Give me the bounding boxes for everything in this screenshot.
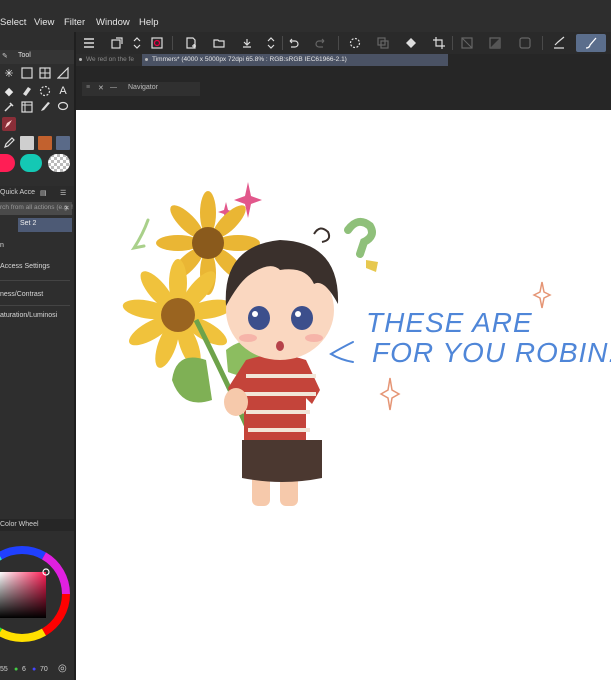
menu-help[interactable]: Help bbox=[139, 17, 159, 28]
menu-window[interactable]: Window bbox=[96, 17, 130, 28]
document-tabs: We red on the fe Timmers* (4000 x 5000px… bbox=[76, 54, 611, 66]
quick-access-item-hue[interactable]: aturation/Luminosi bbox=[0, 312, 57, 319]
lasso-icon[interactable] bbox=[38, 84, 52, 98]
navigator-title: Navigator bbox=[128, 84, 158, 91]
clear-icon[interactable]: ✕ bbox=[64, 204, 69, 212]
loading-icon[interactable] bbox=[346, 34, 364, 52]
lasso-select-icon[interactable] bbox=[56, 100, 70, 114]
sub-tool-icon-2[interactable] bbox=[38, 136, 52, 150]
crop-icon[interactable] bbox=[430, 34, 448, 52]
quick-access-tab-bar: Quick Acce ▤ ☰ bbox=[0, 186, 74, 200]
square-icon[interactable] bbox=[516, 34, 534, 52]
eyedropper-icon[interactable] bbox=[2, 100, 16, 114]
grid-icon[interactable] bbox=[38, 66, 52, 80]
main-color-swatch[interactable] bbox=[0, 154, 15, 172]
navigator-panel-header[interactable]: ≡ ✕ — Navigator bbox=[82, 82, 200, 96]
pen-icon: ✎ bbox=[2, 53, 8, 60]
left-tool-panel: ✎ Tool ✳ ◆ A Quick Acce ▤ ☰ rch from all… bbox=[0, 32, 76, 680]
artwork-text-line2: FOR YOU ROBIN! bbox=[372, 337, 611, 368]
quick-access-item-settings[interactable]: Access Settings bbox=[0, 263, 50, 270]
frame-icon[interactable] bbox=[20, 100, 34, 114]
ruler-icon[interactable] bbox=[56, 66, 70, 80]
color-value-v: 70 bbox=[40, 666, 48, 673]
sub-tool-icon-1[interactable] bbox=[20, 136, 34, 150]
magic-wand-icon[interactable]: ✳ bbox=[2, 66, 16, 80]
transform-icon[interactable] bbox=[458, 34, 476, 52]
color-wheel-title: Color Wheel bbox=[0, 521, 39, 528]
sunflower-bottom bbox=[122, 259, 234, 368]
options-icon[interactable]: ☰ bbox=[60, 189, 66, 197]
blue-dot-icon: ● bbox=[32, 666, 37, 673]
quick-access-item-brightness[interactable]: ness/Contrast bbox=[0, 291, 43, 298]
marquee-icon[interactable] bbox=[20, 66, 34, 80]
up-down-icon[interactable] bbox=[128, 34, 146, 52]
green-dot-icon: ● bbox=[14, 666, 19, 673]
copy-icon[interactable] bbox=[374, 34, 392, 52]
search-input[interactable]: rch from all actions (e.g. ! ✕ bbox=[0, 202, 73, 215]
tab-dot-icon bbox=[79, 58, 82, 61]
check-brush-icon[interactable] bbox=[550, 34, 568, 52]
menu-filter[interactable]: Filter bbox=[64, 17, 85, 28]
tab-document-active[interactable]: Timmers* (4000 x 5000px 72dpi 65.8% : RG… bbox=[142, 54, 448, 66]
tool-panel-header: ✎ Tool bbox=[0, 50, 74, 64]
color-value-s: 6 bbox=[22, 666, 26, 673]
brush-icon[interactable] bbox=[576, 34, 606, 52]
hamburger-menu-icon[interactable] bbox=[80, 34, 98, 52]
brush-tool-icon[interactable] bbox=[38, 100, 52, 114]
tab-label: We red on the fe bbox=[86, 56, 134, 63]
set-label: Set 2 bbox=[20, 220, 37, 227]
quick-access-tab[interactable]: Quick Acce bbox=[0, 189, 35, 196]
artwork: THESE ARE FOR YOU ROBIN! bbox=[122, 182, 611, 506]
redo-icon[interactable] bbox=[312, 34, 330, 52]
fill-icon[interactable] bbox=[402, 34, 420, 52]
tab-document-1[interactable]: We red on the fe bbox=[76, 54, 142, 66]
artwork-text-line1: THESE ARE bbox=[366, 307, 533, 338]
up-down-icon[interactable] bbox=[262, 34, 280, 52]
pencil-icon[interactable] bbox=[2, 136, 16, 150]
color-mode-icon[interactable]: ◎ bbox=[58, 663, 67, 674]
close-icon[interactable]: ✕ bbox=[98, 84, 104, 92]
transparent-color-swatch[interactable] bbox=[48, 154, 70, 172]
search-placeholder: rch from all actions (e.g. ! bbox=[0, 204, 73, 211]
bucket-icon[interactable]: ◆ bbox=[2, 84, 16, 98]
quick-access-item-0[interactable]: n bbox=[0, 242, 4, 249]
drawing-canvas[interactable]: THESE ARE FOR YOU ROBIN! bbox=[76, 110, 611, 680]
color-value-h: 55 bbox=[0, 666, 8, 673]
navigator-area: ≡ ✕ — Navigator bbox=[76, 66, 611, 110]
grip-icon[interactable]: ≡ bbox=[86, 84, 90, 91]
tab-dot-icon bbox=[145, 58, 148, 61]
keyboard-icon[interactable]: ▤ bbox=[40, 189, 47, 197]
selection-icon[interactable] bbox=[486, 34, 504, 52]
menu-view[interactable]: View bbox=[34, 17, 54, 28]
selected-pen-tool-icon[interactable] bbox=[2, 117, 16, 131]
save-icon[interactable] bbox=[238, 34, 256, 52]
command-bar bbox=[76, 32, 611, 54]
sub-tool-icon-3[interactable] bbox=[56, 136, 70, 150]
new-layer-icon[interactable] bbox=[108, 34, 126, 52]
sub-color-swatch[interactable] bbox=[20, 154, 42, 172]
menu-bar: Select View Filter Window Help bbox=[0, 0, 611, 32]
tab-label: Timmers* (4000 x 5000px 72dpi 65.8% : RG… bbox=[152, 56, 347, 63]
text-tool-icon[interactable]: A bbox=[56, 84, 70, 98]
minimize-icon[interactable]: — bbox=[110, 84, 117, 91]
color-wheel-header: Color Wheel bbox=[0, 519, 74, 531]
new-file-icon[interactable] bbox=[182, 34, 200, 52]
settings-icon[interactable] bbox=[148, 34, 166, 52]
set-tab[interactable]: Set 2 bbox=[18, 218, 72, 232]
color-wheel[interactable] bbox=[0, 540, 74, 664]
eraser-icon[interactable] bbox=[20, 84, 34, 98]
tool-panel-title: Tool bbox=[18, 52, 31, 59]
open-folder-icon[interactable] bbox=[210, 34, 228, 52]
menu-select[interactable]: Select bbox=[0, 17, 26, 28]
undo-icon[interactable] bbox=[284, 34, 302, 52]
